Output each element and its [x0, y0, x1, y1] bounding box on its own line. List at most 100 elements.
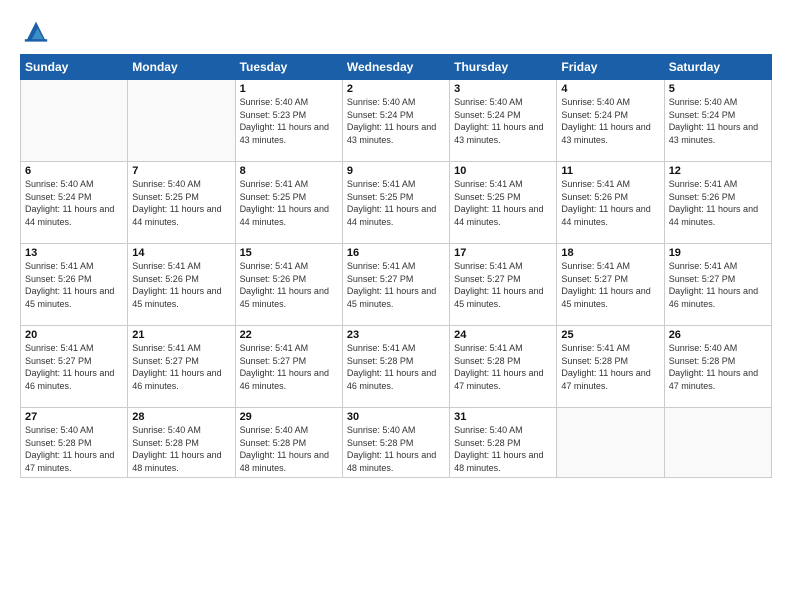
calendar-cell	[21, 80, 128, 162]
day-info: Sunrise: 5:41 AM Sunset: 5:25 PM Dayligh…	[347, 178, 445, 228]
calendar-cell	[557, 408, 664, 478]
day-info: Sunrise: 5:41 AM Sunset: 5:27 PM Dayligh…	[454, 260, 552, 310]
day-info: Sunrise: 5:41 AM Sunset: 5:27 PM Dayligh…	[25, 342, 123, 392]
calendar-cell	[664, 408, 771, 478]
day-info: Sunrise: 5:40 AM Sunset: 5:24 PM Dayligh…	[25, 178, 123, 228]
day-info: Sunrise: 5:41 AM Sunset: 5:25 PM Dayligh…	[454, 178, 552, 228]
weekday-header-friday: Friday	[557, 55, 664, 80]
day-number: 4	[561, 83, 659, 95]
day-number: 14	[132, 247, 230, 259]
weekday-header-wednesday: Wednesday	[342, 55, 449, 80]
day-info: Sunrise: 5:40 AM Sunset: 5:28 PM Dayligh…	[25, 424, 123, 474]
day-info: Sunrise: 5:41 AM Sunset: 5:28 PM Dayligh…	[454, 342, 552, 392]
header	[20, 18, 772, 46]
day-info: Sunrise: 5:41 AM Sunset: 5:25 PM Dayligh…	[240, 178, 338, 228]
calendar-cell: 16Sunrise: 5:41 AM Sunset: 5:27 PM Dayli…	[342, 244, 449, 326]
calendar-cell: 10Sunrise: 5:41 AM Sunset: 5:25 PM Dayli…	[450, 162, 557, 244]
day-info: Sunrise: 5:41 AM Sunset: 5:26 PM Dayligh…	[132, 260, 230, 310]
day-info: Sunrise: 5:41 AM Sunset: 5:27 PM Dayligh…	[132, 342, 230, 392]
calendar-cell: 28Sunrise: 5:40 AM Sunset: 5:28 PM Dayli…	[128, 408, 235, 478]
day-number: 28	[132, 411, 230, 423]
day-info: Sunrise: 5:41 AM Sunset: 5:28 PM Dayligh…	[347, 342, 445, 392]
weekday-header-sunday: Sunday	[21, 55, 128, 80]
logo-icon	[20, 18, 52, 46]
calendar-cell: 12Sunrise: 5:41 AM Sunset: 5:26 PM Dayli…	[664, 162, 771, 244]
calendar-cell: 24Sunrise: 5:41 AM Sunset: 5:28 PM Dayli…	[450, 326, 557, 408]
calendar-cell: 5Sunrise: 5:40 AM Sunset: 5:24 PM Daylig…	[664, 80, 771, 162]
day-info: Sunrise: 5:40 AM Sunset: 5:24 PM Dayligh…	[561, 96, 659, 146]
calendar-cell: 7Sunrise: 5:40 AM Sunset: 5:25 PM Daylig…	[128, 162, 235, 244]
calendar-cell: 14Sunrise: 5:41 AM Sunset: 5:26 PM Dayli…	[128, 244, 235, 326]
day-info: Sunrise: 5:41 AM Sunset: 5:27 PM Dayligh…	[561, 260, 659, 310]
page: SundayMondayTuesdayWednesdayThursdayFrid…	[0, 0, 792, 612]
day-info: Sunrise: 5:40 AM Sunset: 5:28 PM Dayligh…	[240, 424, 338, 474]
calendar: SundayMondayTuesdayWednesdayThursdayFrid…	[20, 54, 772, 478]
day-number: 16	[347, 247, 445, 259]
calendar-cell: 11Sunrise: 5:41 AM Sunset: 5:26 PM Dayli…	[557, 162, 664, 244]
day-number: 6	[25, 165, 123, 177]
day-number: 22	[240, 329, 338, 341]
day-number: 31	[454, 411, 552, 423]
week-row-4: 20Sunrise: 5:41 AM Sunset: 5:27 PM Dayli…	[21, 326, 772, 408]
day-info: Sunrise: 5:40 AM Sunset: 5:28 PM Dayligh…	[132, 424, 230, 474]
day-number: 15	[240, 247, 338, 259]
day-number: 7	[132, 165, 230, 177]
week-row-1: 1Sunrise: 5:40 AM Sunset: 5:23 PM Daylig…	[21, 80, 772, 162]
weekday-header-row: SundayMondayTuesdayWednesdayThursdayFrid…	[21, 55, 772, 80]
day-number: 13	[25, 247, 123, 259]
calendar-cell: 20Sunrise: 5:41 AM Sunset: 5:27 PM Dayli…	[21, 326, 128, 408]
day-number: 17	[454, 247, 552, 259]
day-number: 29	[240, 411, 338, 423]
calendar-cell: 23Sunrise: 5:41 AM Sunset: 5:28 PM Dayli…	[342, 326, 449, 408]
day-info: Sunrise: 5:40 AM Sunset: 5:24 PM Dayligh…	[669, 96, 767, 146]
calendar-cell: 4Sunrise: 5:40 AM Sunset: 5:24 PM Daylig…	[557, 80, 664, 162]
calendar-cell: 31Sunrise: 5:40 AM Sunset: 5:28 PM Dayli…	[450, 408, 557, 478]
day-number: 21	[132, 329, 230, 341]
calendar-cell	[128, 80, 235, 162]
calendar-cell: 13Sunrise: 5:41 AM Sunset: 5:26 PM Dayli…	[21, 244, 128, 326]
week-row-5: 27Sunrise: 5:40 AM Sunset: 5:28 PM Dayli…	[21, 408, 772, 478]
calendar-cell: 9Sunrise: 5:41 AM Sunset: 5:25 PM Daylig…	[342, 162, 449, 244]
weekday-header-tuesday: Tuesday	[235, 55, 342, 80]
calendar-cell: 3Sunrise: 5:40 AM Sunset: 5:24 PM Daylig…	[450, 80, 557, 162]
day-number: 19	[669, 247, 767, 259]
day-info: Sunrise: 5:40 AM Sunset: 5:25 PM Dayligh…	[132, 178, 230, 228]
calendar-cell: 2Sunrise: 5:40 AM Sunset: 5:24 PM Daylig…	[342, 80, 449, 162]
day-number: 12	[669, 165, 767, 177]
day-info: Sunrise: 5:41 AM Sunset: 5:28 PM Dayligh…	[561, 342, 659, 392]
calendar-cell: 1Sunrise: 5:40 AM Sunset: 5:23 PM Daylig…	[235, 80, 342, 162]
day-number: 3	[454, 83, 552, 95]
calendar-cell: 22Sunrise: 5:41 AM Sunset: 5:27 PM Dayli…	[235, 326, 342, 408]
calendar-cell: 26Sunrise: 5:40 AM Sunset: 5:28 PM Dayli…	[664, 326, 771, 408]
day-number: 24	[454, 329, 552, 341]
day-info: Sunrise: 5:41 AM Sunset: 5:26 PM Dayligh…	[561, 178, 659, 228]
day-number: 11	[561, 165, 659, 177]
calendar-cell: 30Sunrise: 5:40 AM Sunset: 5:28 PM Dayli…	[342, 408, 449, 478]
weekday-header-saturday: Saturday	[664, 55, 771, 80]
calendar-cell: 21Sunrise: 5:41 AM Sunset: 5:27 PM Dayli…	[128, 326, 235, 408]
day-info: Sunrise: 5:40 AM Sunset: 5:23 PM Dayligh…	[240, 96, 338, 146]
day-info: Sunrise: 5:40 AM Sunset: 5:24 PM Dayligh…	[347, 96, 445, 146]
day-info: Sunrise: 5:41 AM Sunset: 5:27 PM Dayligh…	[347, 260, 445, 310]
day-number: 26	[669, 329, 767, 341]
calendar-cell: 25Sunrise: 5:41 AM Sunset: 5:28 PM Dayli…	[557, 326, 664, 408]
calendar-cell: 27Sunrise: 5:40 AM Sunset: 5:28 PM Dayli…	[21, 408, 128, 478]
day-number: 1	[240, 83, 338, 95]
day-number: 30	[347, 411, 445, 423]
day-info: Sunrise: 5:41 AM Sunset: 5:26 PM Dayligh…	[25, 260, 123, 310]
day-number: 10	[454, 165, 552, 177]
day-number: 2	[347, 83, 445, 95]
calendar-cell: 19Sunrise: 5:41 AM Sunset: 5:27 PM Dayli…	[664, 244, 771, 326]
day-info: Sunrise: 5:40 AM Sunset: 5:24 PM Dayligh…	[454, 96, 552, 146]
day-info: Sunrise: 5:41 AM Sunset: 5:26 PM Dayligh…	[240, 260, 338, 310]
calendar-cell: 6Sunrise: 5:40 AM Sunset: 5:24 PM Daylig…	[21, 162, 128, 244]
week-row-2: 6Sunrise: 5:40 AM Sunset: 5:24 PM Daylig…	[21, 162, 772, 244]
day-info: Sunrise: 5:41 AM Sunset: 5:26 PM Dayligh…	[669, 178, 767, 228]
day-number: 20	[25, 329, 123, 341]
week-row-3: 13Sunrise: 5:41 AM Sunset: 5:26 PM Dayli…	[21, 244, 772, 326]
day-number: 5	[669, 83, 767, 95]
day-number: 25	[561, 329, 659, 341]
logo	[20, 18, 58, 46]
calendar-cell: 8Sunrise: 5:41 AM Sunset: 5:25 PM Daylig…	[235, 162, 342, 244]
day-number: 9	[347, 165, 445, 177]
